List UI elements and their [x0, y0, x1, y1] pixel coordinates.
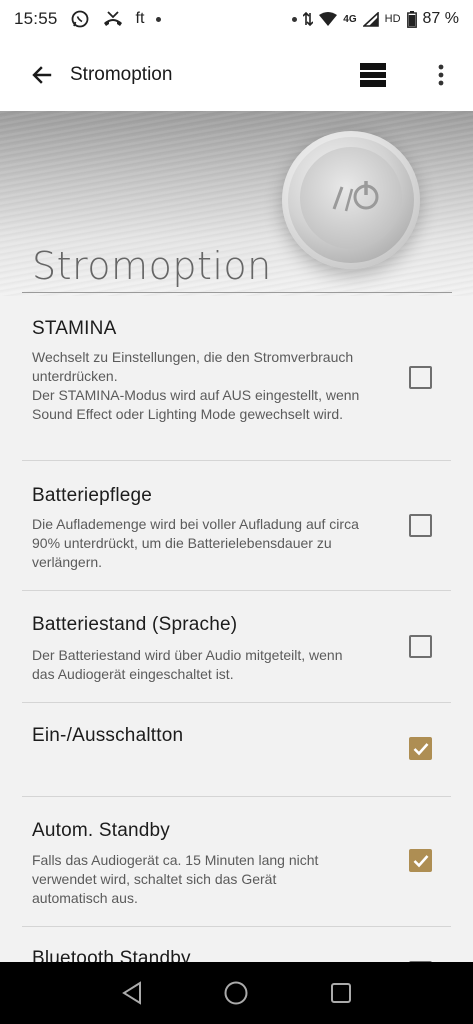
batteriepflege-checkbox[interactable]	[409, 514, 432, 537]
setting-title: STAMINA	[32, 318, 117, 339]
status-bar: 15:55 ft 4G HD 87 %	[0, 0, 473, 38]
arrow-back-icon	[32, 65, 52, 84]
divider	[22, 292, 452, 293]
triangle-back-icon	[122, 981, 142, 1005]
app-bar: Stromoption	[0, 38, 473, 111]
battery-percent: 87 %	[422, 10, 459, 27]
nav-home-button[interactable]	[214, 971, 258, 1015]
check-icon	[413, 742, 428, 755]
circle-home-icon	[224, 981, 248, 1005]
page-title: Stromoption	[70, 63, 173, 85]
battery-icon	[406, 10, 417, 28]
banner-title: Stromoption	[32, 244, 272, 288]
check-icon	[413, 854, 428, 867]
signal-icon	[362, 11, 379, 27]
status-dot-icon	[292, 16, 298, 22]
setting-description: Wechselt zu Einstellungen, die den Strom…	[32, 349, 360, 422]
setting-description: Der Batteriestand wird über Audio mitget…	[32, 647, 343, 682]
network-4g-label: 4G	[343, 13, 357, 25]
list-view-button[interactable]	[352, 56, 394, 94]
power-icon	[300, 147, 402, 249]
ft-icon: ft	[135, 10, 145, 27]
more-options-button[interactable]	[424, 56, 458, 94]
header-banner: Stromoption	[0, 111, 473, 296]
notification-dot-icon	[156, 16, 162, 22]
ein-ausschaltton-checkbox[interactable]	[409, 737, 432, 760]
autom-standby-checkbox[interactable]	[409, 849, 432, 872]
stamina-checkbox[interactable]	[409, 366, 432, 389]
whatsapp-icon	[70, 9, 90, 29]
settings-list: STAMINA Wechselt zu Einstellungen, die d…	[0, 296, 473, 987]
nav-recents-button[interactable]	[319, 971, 363, 1015]
setting-title: Ein-/Ausschaltton	[32, 725, 184, 746]
setting-title: Batteriestand (Sprache)	[32, 614, 238, 635]
setting-description: Die Auflademenge wird bei voller Aufladu…	[32, 516, 359, 570]
setting-description: Falls das Audiogerät ca. 15 Minuten lang…	[32, 852, 319, 906]
setting-batteriepflege[interactable]: Batteriepflege Die Auflademenge wird bei…	[22, 461, 451, 591]
missed-call-icon	[102, 10, 124, 28]
setting-title: Autom. Standby	[32, 820, 170, 841]
back-button[interactable]	[22, 55, 62, 95]
square-recents-icon	[330, 983, 351, 1003]
list-view-icon	[360, 63, 386, 87]
batteriestand-checkbox[interactable]	[409, 635, 432, 658]
navigation-bar	[0, 962, 473, 1024]
hd-label: HD	[384, 13, 401, 25]
status-time: 15:55	[14, 9, 58, 28]
setting-autom-standby[interactable]: Autom. Standby Falls das Audiogerät ca. …	[22, 797, 451, 927]
setting-batteriestand-sprache[interactable]: Batteriestand (Sprache) Der Batteriestan…	[22, 591, 451, 703]
data-transfer-icon	[303, 11, 314, 27]
more-vert-icon	[438, 64, 444, 86]
setting-ein-ausschaltton[interactable]: Ein-/Ausschaltton	[22, 703, 451, 797]
nav-back-button[interactable]	[110, 971, 154, 1015]
setting-title: Batteriepflege	[32, 485, 153, 506]
wifi-icon	[319, 11, 338, 27]
setting-stamina[interactable]: STAMINA Wechselt zu Einstellungen, die d…	[22, 296, 451, 461]
power-knob-image	[282, 131, 420, 269]
